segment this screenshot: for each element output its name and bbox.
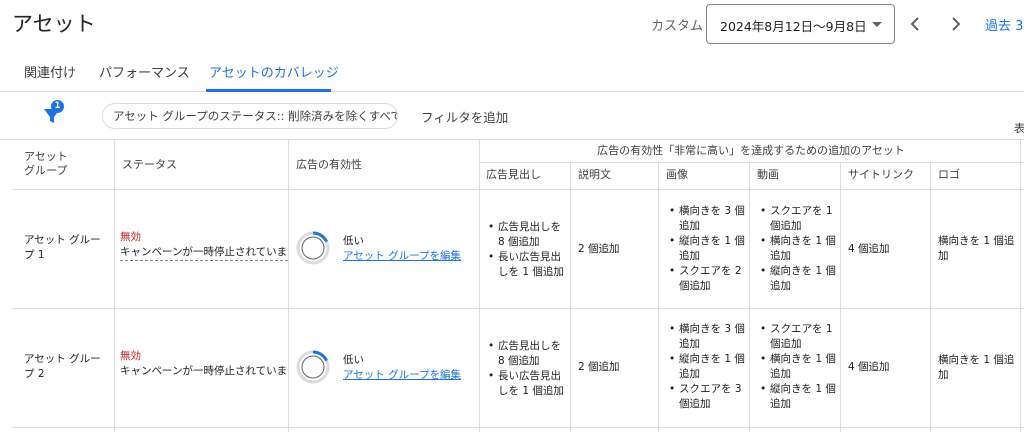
list-item: スクエアを 2 個追加: [669, 264, 749, 294]
table-view-label[interactable]: 表: [1014, 120, 1024, 136]
effectiveness-gauge-icon: [296, 350, 330, 384]
list-item: スクエアを 1 個追加: [760, 204, 838, 234]
asset-group-name[interactable]: アセット グループ 1: [24, 233, 104, 263]
tab-asset-coverage[interactable]: アセットのカバレッジ: [209, 62, 339, 81]
header-sitelinks[interactable]: サイトリンク: [848, 168, 914, 182]
filter-count-badge: 1: [51, 100, 64, 113]
chevron-left-icon: [910, 17, 919, 31]
list-item: 縦向きを 1 個追加: [760, 382, 838, 412]
column-divider: [930, 162, 931, 432]
list-item: 縦向きを 1 個追加: [669, 352, 749, 382]
videos-list: スクエアを 1 個追加 横向きを 1 個追加 縦向きを 1 個追加: [760, 322, 838, 412]
status-reason[interactable]: キャンペーンが一時停止されています: [120, 364, 288, 379]
asset-coverage-table: アセット グループ ステータス 広告の有効性 広告の有効性「非常に高い」を達成す…: [12, 140, 1024, 432]
sitelinks-value: 4 個追加: [848, 243, 890, 255]
status-filter-chip[interactable]: アセット グループのステータス:: 削除済みを除くすべて: [102, 103, 398, 129]
list-item: 横向きを 1 個追加: [760, 352, 838, 382]
status-cell: 無効 キャンペーンが一時停止されています: [120, 349, 288, 379]
date-range-picker[interactable]: 2024年8月12日～9月8日: [706, 4, 895, 44]
header-status[interactable]: ステータス: [122, 158, 177, 172]
list-item: 縦向きを 1 個追加: [760, 264, 838, 294]
logos-value: 横向きを 1 個追加: [938, 235, 1015, 262]
past-30-days-link[interactable]: 過去 30: [985, 15, 1024, 34]
column-divider: [479, 140, 480, 432]
page-header: アセット カスタム 2024年8月12日～9月8日 過去 30: [0, 0, 1024, 50]
row-divider: [479, 162, 1024, 163]
header-videos[interactable]: 動画: [757, 168, 779, 182]
descriptions-value: 2 個追加: [578, 243, 620, 255]
images-list: 横向きを 3 個追加 縦向きを 1 個追加 スクエアを 2 個追加: [669, 204, 749, 294]
status-badge: 無効: [120, 350, 141, 362]
page-title: アセット: [12, 12, 96, 36]
column-divider: [749, 162, 750, 432]
logos-value: 横向きを 1 個追加: [938, 354, 1015, 381]
effectiveness-cell: 低い アセット グループを編集: [343, 353, 461, 383]
effectiveness-cell: 低い アセット グループを編集: [343, 234, 461, 264]
list-item: 横向きを 3 個追加: [669, 322, 749, 352]
tab-associations[interactable]: 関連付け: [24, 62, 76, 81]
column-divider: [570, 162, 571, 432]
header-images[interactable]: 画像: [666, 168, 688, 182]
videos-list: スクエアを 1 個追加 横向きを 1 個追加 縦向きを 1 個追加: [760, 204, 838, 294]
asset-group-name[interactable]: アセット グループ 2: [24, 352, 104, 382]
next-period-button[interactable]: [944, 12, 968, 36]
column-divider: [1020, 140, 1021, 432]
edit-asset-group-link[interactable]: アセット グループを編集: [343, 249, 461, 264]
list-item: 横向きを 3 個追加: [669, 204, 749, 234]
effectiveness-rating: 低い: [343, 354, 364, 366]
list-item: 横向きを 1 個追加: [760, 234, 838, 264]
list-item: 縦向きを 1 個追加: [669, 234, 749, 264]
tab-bar: 関連付け パフォーマンス アセットのカバレッジ: [0, 50, 1024, 92]
date-range-value: 2024年8月12日～9月8日: [720, 19, 867, 34]
list-item: 広告見出しを 8 個追加: [488, 220, 568, 250]
list-item: 長い広告見出しを 1 個追加: [488, 369, 568, 399]
row-divider: [12, 189, 1024, 190]
add-filter-button[interactable]: フィルタを追加: [421, 107, 508, 126]
header-headlines[interactable]: 広告見出し: [486, 168, 541, 182]
status-cell: 無効 キャンペーンが一時停止されています: [120, 230, 288, 261]
filter-bar: 1 アセット グループのステータス:: 削除済みを除くすべて フィルタを追加 表: [0, 92, 1024, 140]
list-item: 長い広告見出しを 1 個追加: [488, 250, 568, 280]
date-range-type-label: カスタム: [651, 19, 704, 34]
column-divider: [840, 162, 841, 432]
list-item: スクエアを 1 個追加: [760, 322, 838, 352]
status-reason[interactable]: キャンペーンが一時停止されています: [120, 245, 288, 261]
column-divider: [288, 140, 289, 432]
status-badge: 無効: [120, 231, 141, 243]
list-item: 広告見出しを 8 個追加: [488, 339, 568, 369]
column-divider: [658, 162, 659, 432]
effectiveness-gauge-icon: [296, 231, 330, 265]
chevron-down-icon: [872, 22, 882, 27]
chevron-right-icon: [952, 17, 961, 31]
header-logos[interactable]: ロゴ: [938, 168, 960, 182]
header-effectiveness[interactable]: 広告の有効性: [296, 158, 362, 172]
images-list: 横向きを 3 個追加 縦向きを 1 個追加 スクエアを 3 個追加: [669, 322, 749, 412]
header-additional-assets-group: 広告の有効性「非常に高い」を達成するための追加のアセット: [597, 144, 905, 157]
effectiveness-rating: 低い: [343, 235, 364, 247]
previous-period-button[interactable]: [903, 12, 927, 36]
headlines-list: 広告見出しを 8 個追加 長い広告見出しを 1 個追加: [488, 220, 568, 280]
header-asset-group[interactable]: アセット グループ: [24, 150, 104, 178]
headlines-list: 広告見出しを 8 個追加 長い広告見出しを 1 個追加: [488, 339, 568, 399]
sitelinks-value: 4 個追加: [848, 361, 890, 373]
header-descriptions[interactable]: 説明文: [578, 168, 611, 182]
tab-performance[interactable]: パフォーマンス: [99, 62, 190, 81]
column-divider: [114, 140, 115, 432]
row-divider: [12, 427, 1024, 428]
row-divider: [12, 308, 1024, 309]
descriptions-value: 2 個追加: [578, 361, 620, 373]
edit-asset-group-link[interactable]: アセット グループを編集: [343, 368, 461, 383]
list-item: スクエアを 3 個追加: [669, 382, 749, 412]
